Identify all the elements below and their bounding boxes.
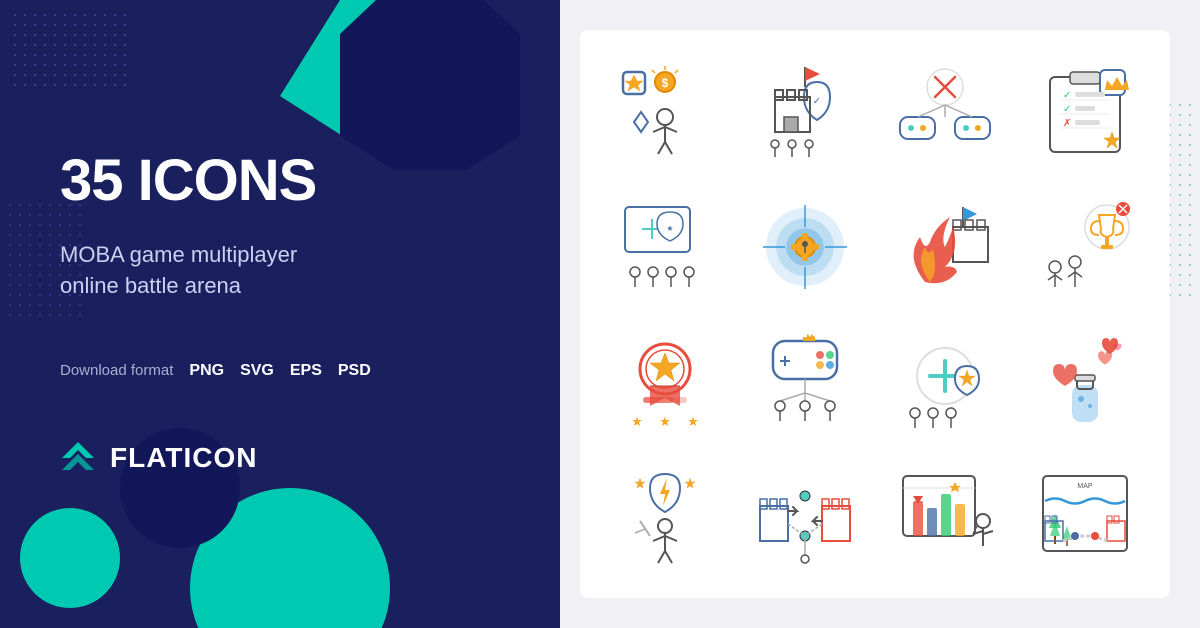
svg-text:✓: ✓ — [1063, 90, 1071, 101]
icon-cell-1: $ — [600, 50, 730, 175]
format-eps[interactable]: EPS — [290, 362, 322, 380]
download-label: Download format — [60, 362, 173, 379]
svg-text:MAP: MAP — [1077, 483, 1093, 490]
icon-cell-2: ✓ — [740, 50, 870, 175]
icon-cell-14 — [740, 454, 870, 579]
icon-cell-10 — [740, 319, 870, 444]
format-png[interactable]: PNG — [189, 362, 224, 380]
icon-cell-16: MAP — [1020, 454, 1150, 579]
brand-name: FLATICON — [110, 442, 257, 474]
svg-text:✓: ✓ — [1063, 104, 1071, 115]
flaticon-logo-svg — [60, 440, 96, 476]
icon-cell-9 — [600, 319, 730, 444]
icon-cell-11 — [880, 319, 1010, 444]
icon-cell-12 — [1020, 319, 1150, 444]
icon-cell-8 — [1020, 185, 1150, 310]
format-psd[interactable]: PSD — [338, 362, 371, 380]
svg-text:✓: ✓ — [813, 96, 821, 107]
svg-text:★: ★ — [666, 224, 673, 233]
format-svg[interactable]: SVG — [240, 362, 274, 380]
icon-grid-panel: $ ✓ — [580, 30, 1170, 598]
icon-cell-6 — [740, 185, 870, 310]
flaticon-logo — [60, 440, 96, 476]
svg-text:✗: ✗ — [1063, 118, 1071, 129]
left-content-area: 35 ICONS MOBA game multiplayer online ba… — [0, 0, 555, 628]
icon-cell-7 — [880, 185, 1010, 310]
main-title: 35 ICONS — [60, 152, 505, 210]
svg-text:$: $ — [662, 76, 669, 90]
icon-cell-13 — [600, 454, 730, 579]
icon-cell-4: ✓ ✓ ✗ — [1020, 50, 1150, 175]
icon-cell-3 — [880, 50, 1010, 175]
subtitle-line1: MOBA game multiplayer — [60, 242, 297, 267]
brand-row: FLATICON — [60, 440, 505, 476]
icon-cell-5: ★ — [600, 185, 730, 310]
download-format-row: Download format PNG SVG EPS PSD — [60, 362, 505, 380]
icon-cell-15 — [880, 454, 1010, 579]
subtitle-line2: online battle arena — [60, 273, 241, 298]
subtitle: MOBA game multiplayer online battle aren… — [60, 240, 505, 302]
